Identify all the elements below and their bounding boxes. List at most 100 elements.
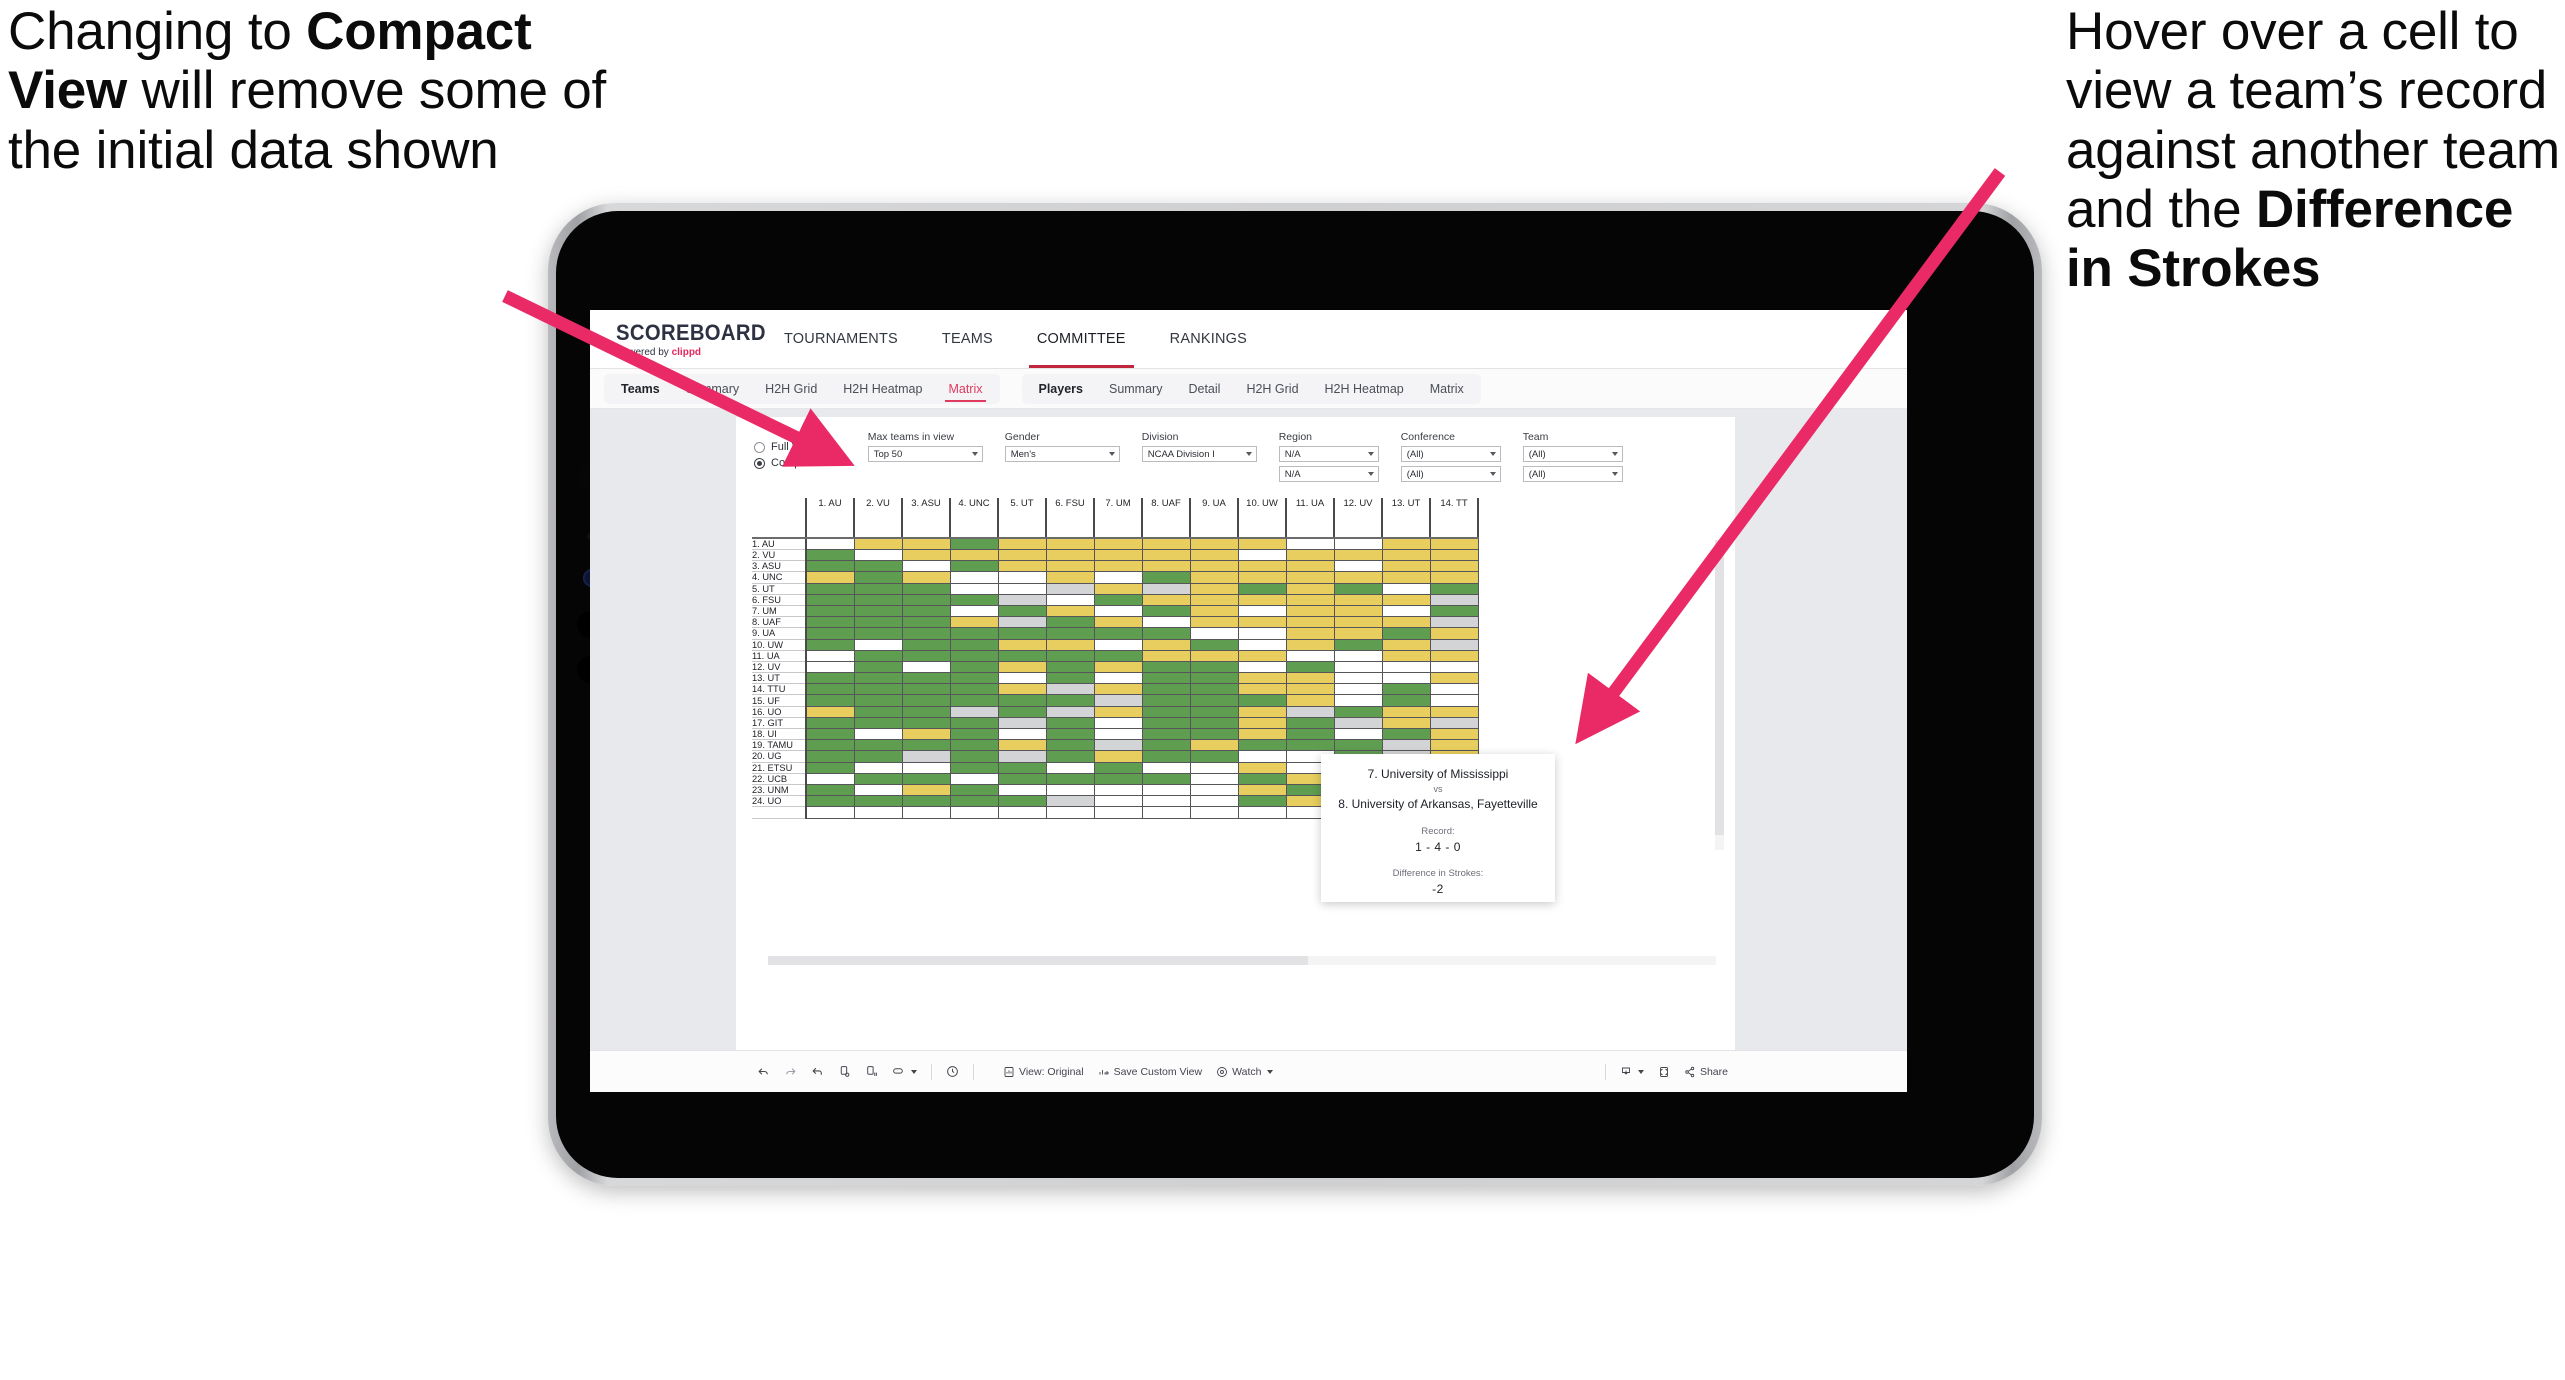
- matrix-cell[interactable]: [1094, 672, 1143, 685]
- matrix-cell[interactable]: [902, 616, 951, 629]
- matrix-cell[interactable]: [1046, 560, 1095, 573]
- matrix-cell[interactable]: [1094, 616, 1143, 629]
- matrix-cell[interactable]: [1190, 583, 1239, 595]
- matrix-cell[interactable]: [950, 605, 999, 618]
- matrix-cell[interactable]: [998, 750, 1047, 763]
- matrix-cell[interactable]: [1382, 571, 1431, 584]
- matrix-cell[interactable]: [1382, 706, 1431, 718]
- matrix-cell[interactable]: [998, 594, 1047, 606]
- matrix-cell[interactable]: [806, 717, 855, 730]
- sub-nav-item-h2h-grid[interactable]: H2H Grid: [752, 374, 830, 404]
- matrix-cell[interactable]: [1334, 661, 1383, 674]
- matrix-cell[interactable]: [1142, 616, 1191, 629]
- matrix-cell[interactable]: [1238, 639, 1287, 651]
- matrix-cell[interactable]: [854, 728, 903, 741]
- filter-select[interactable]: NCAA Division I: [1141, 446, 1257, 462]
- matrix-cell[interactable]: [1238, 538, 1287, 550]
- filter-select[interactable]: Men's: [1004, 446, 1120, 462]
- matrix-cell[interactable]: [950, 750, 999, 763]
- matrix-cell[interactable]: [950, 627, 999, 640]
- vertical-scrollbar-thumb[interactable]: [1715, 540, 1724, 835]
- matrix-cell[interactable]: [902, 571, 951, 584]
- matrix-cell[interactable]: [1046, 784, 1095, 797]
- matrix-cell[interactable]: [998, 549, 1047, 562]
- top-nav-item-tournaments[interactable]: TOURNAMENTS: [762, 310, 920, 368]
- matrix-cell[interactable]: [1046, 694, 1095, 707]
- matrix-cell[interactable]: [998, 661, 1047, 674]
- matrix-cell[interactable]: [950, 549, 999, 562]
- matrix-cell[interactable]: [1190, 571, 1239, 584]
- radio-button-icon[interactable]: [754, 457, 765, 469]
- matrix-cell[interactable]: [1142, 594, 1191, 606]
- matrix-cell[interactable]: [1190, 683, 1239, 696]
- matrix-cell[interactable]: [1190, 594, 1239, 606]
- matrix-cell[interactable]: [806, 616, 855, 629]
- matrix-cell[interactable]: [1142, 583, 1191, 595]
- matrix-cell[interactable]: [1094, 627, 1143, 640]
- matrix-cell[interactable]: [1142, 661, 1191, 674]
- matrix-cell[interactable]: [902, 750, 951, 763]
- matrix-cell[interactable]: [902, 560, 951, 573]
- matrix-cell[interactable]: [950, 717, 999, 730]
- matrix-cell[interactable]: [1430, 706, 1479, 718]
- matrix-cell[interactable]: [1094, 694, 1143, 707]
- matrix-cell[interactable]: [1430, 694, 1479, 707]
- matrix-cell[interactable]: [902, 594, 951, 606]
- matrix-cell[interactable]: [902, 605, 951, 618]
- matrix-cell[interactable]: [998, 605, 1047, 618]
- radio-button-icon[interactable]: [754, 441, 765, 453]
- matrix-cell[interactable]: [1430, 661, 1479, 674]
- matrix-cell[interactable]: [1382, 616, 1431, 629]
- matrix-cell[interactable]: [1286, 594, 1335, 606]
- sub-nav-item-matrix[interactable]: Matrix: [935, 374, 995, 404]
- matrix-cell[interactable]: [950, 683, 999, 696]
- matrix-cell[interactable]: [1142, 750, 1191, 763]
- matrix-cell[interactable]: [1430, 639, 1479, 651]
- matrix-cell[interactable]: [1430, 728, 1479, 741]
- matrix-cell[interactable]: [902, 538, 951, 550]
- matrix-cell[interactable]: [998, 773, 1047, 785]
- matrix-cell[interactable]: [1334, 616, 1383, 629]
- matrix-cell[interactable]: [806, 795, 855, 808]
- matrix-cell[interactable]: [1094, 750, 1143, 763]
- matrix-cell[interactable]: [1046, 605, 1095, 618]
- matrix-cell[interactable]: [806, 728, 855, 741]
- matrix-cell[interactable]: [950, 773, 999, 785]
- matrix-cell[interactable]: [1046, 549, 1095, 562]
- matrix-cell[interactable]: [1190, 706, 1239, 718]
- toolbar-redo-button[interactable]: [777, 1051, 804, 1092]
- matrix-cell[interactable]: [902, 795, 951, 808]
- matrix-cell[interactable]: [1094, 605, 1143, 618]
- matrix-cell[interactable]: [1046, 750, 1095, 763]
- matrix-cell[interactable]: [902, 773, 951, 785]
- matrix-cell[interactable]: [854, 560, 903, 573]
- toolbar-view-original-button[interactable]: View: Original: [996, 1051, 1091, 1092]
- toolbar-share-button[interactable]: Share: [1677, 1051, 1735, 1092]
- matrix-cell[interactable]: [1238, 728, 1287, 741]
- matrix-cell[interactable]: [1190, 672, 1239, 685]
- matrix-cell[interactable]: [1334, 739, 1383, 752]
- matrix-cell[interactable]: [1286, 549, 1335, 562]
- matrix-cell[interactable]: [854, 549, 903, 562]
- matrix-cell[interactable]: [1238, 605, 1287, 618]
- matrix-cell[interactable]: [1142, 538, 1191, 550]
- matrix-cell[interactable]: [806, 806, 855, 819]
- matrix-cell[interactable]: [1334, 605, 1383, 618]
- matrix-cell[interactable]: [806, 784, 855, 797]
- filter-select[interactable]: Top 50: [867, 446, 983, 462]
- matrix-cell[interactable]: [1286, 538, 1335, 550]
- matrix-cell[interactable]: [950, 616, 999, 629]
- matrix-cell[interactable]: [1430, 571, 1479, 584]
- matrix-cell[interactable]: [1046, 773, 1095, 785]
- matrix-cell[interactable]: [1094, 717, 1143, 730]
- matrix-cell[interactable]: [854, 583, 903, 595]
- matrix-cell[interactable]: [1094, 571, 1143, 584]
- matrix-cell[interactable]: [1142, 639, 1191, 651]
- matrix-cell[interactable]: [854, 639, 903, 651]
- matrix-cell[interactable]: [1286, 639, 1335, 651]
- matrix-cell[interactable]: [1238, 762, 1287, 774]
- matrix-cell[interactable]: [1382, 549, 1431, 562]
- matrix-cell[interactable]: [1238, 560, 1287, 573]
- matrix-cell[interactable]: [1382, 683, 1431, 696]
- matrix-cell[interactable]: [998, 784, 1047, 797]
